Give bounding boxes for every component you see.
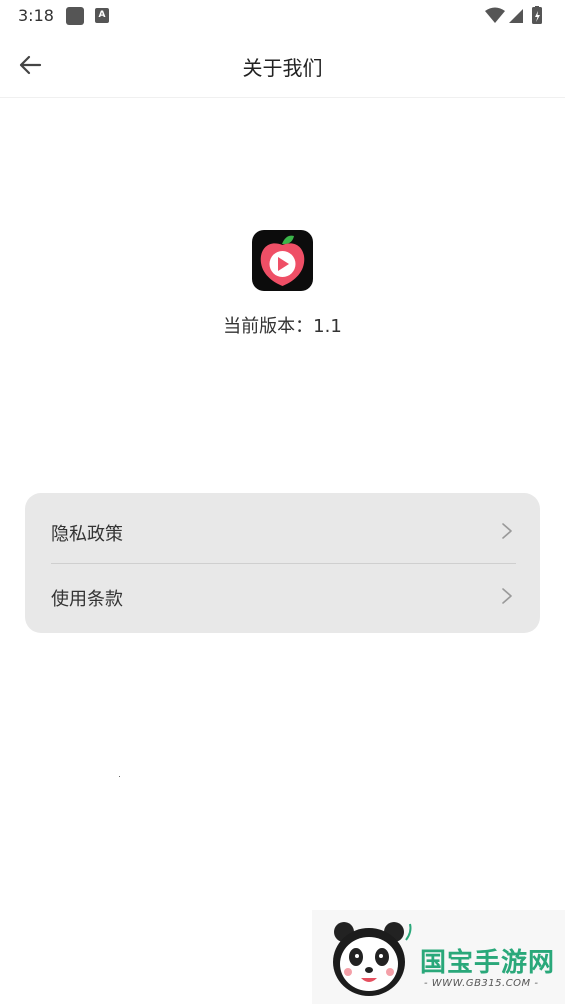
about-us-screen: 3:18 A 关于我们 当前版本：1.1 隐私政策 使用条款 国宝手游网 - W… (0, 0, 565, 1004)
app-logo (252, 230, 313, 291)
version-text: 当前版本：1.1 (223, 316, 342, 337)
menu-item-label: 使用条款 (51, 589, 123, 610)
signal-icon (509, 9, 523, 23)
chevron-right-icon (502, 523, 512, 539)
privacy-policy-item[interactable]: 隐私政策 (25, 498, 540, 564)
terms-of-use-item[interactable]: 使用条款 (25, 563, 540, 629)
status-time: 3:18 (18, 6, 54, 25)
status-bar: 3:18 A (0, 0, 565, 32)
app-square-icon (66, 7, 84, 25)
wifi-icon (485, 7, 505, 23)
settings-menu-card: 隐私政策 使用条款 (25, 493, 540, 633)
menu-item-label: 隐私政策 (51, 524, 123, 545)
peach-play-logo (260, 235, 305, 286)
a-icon: A (95, 8, 109, 23)
watermark-brand: 国宝手游网 (420, 948, 556, 978)
stray-dot (119, 776, 120, 777)
system-status-icons (485, 6, 542, 24)
watermark: 国宝手游网 - WWW.GB315.COM - (312, 910, 565, 1004)
panda-icon (333, 922, 412, 996)
app-header: 关于我们 (0, 32, 565, 98)
watermark-url: - WWW.GB315.COM - (424, 978, 539, 989)
page-title: 关于我们 (242, 56, 323, 80)
chevron-right-icon (502, 588, 512, 604)
